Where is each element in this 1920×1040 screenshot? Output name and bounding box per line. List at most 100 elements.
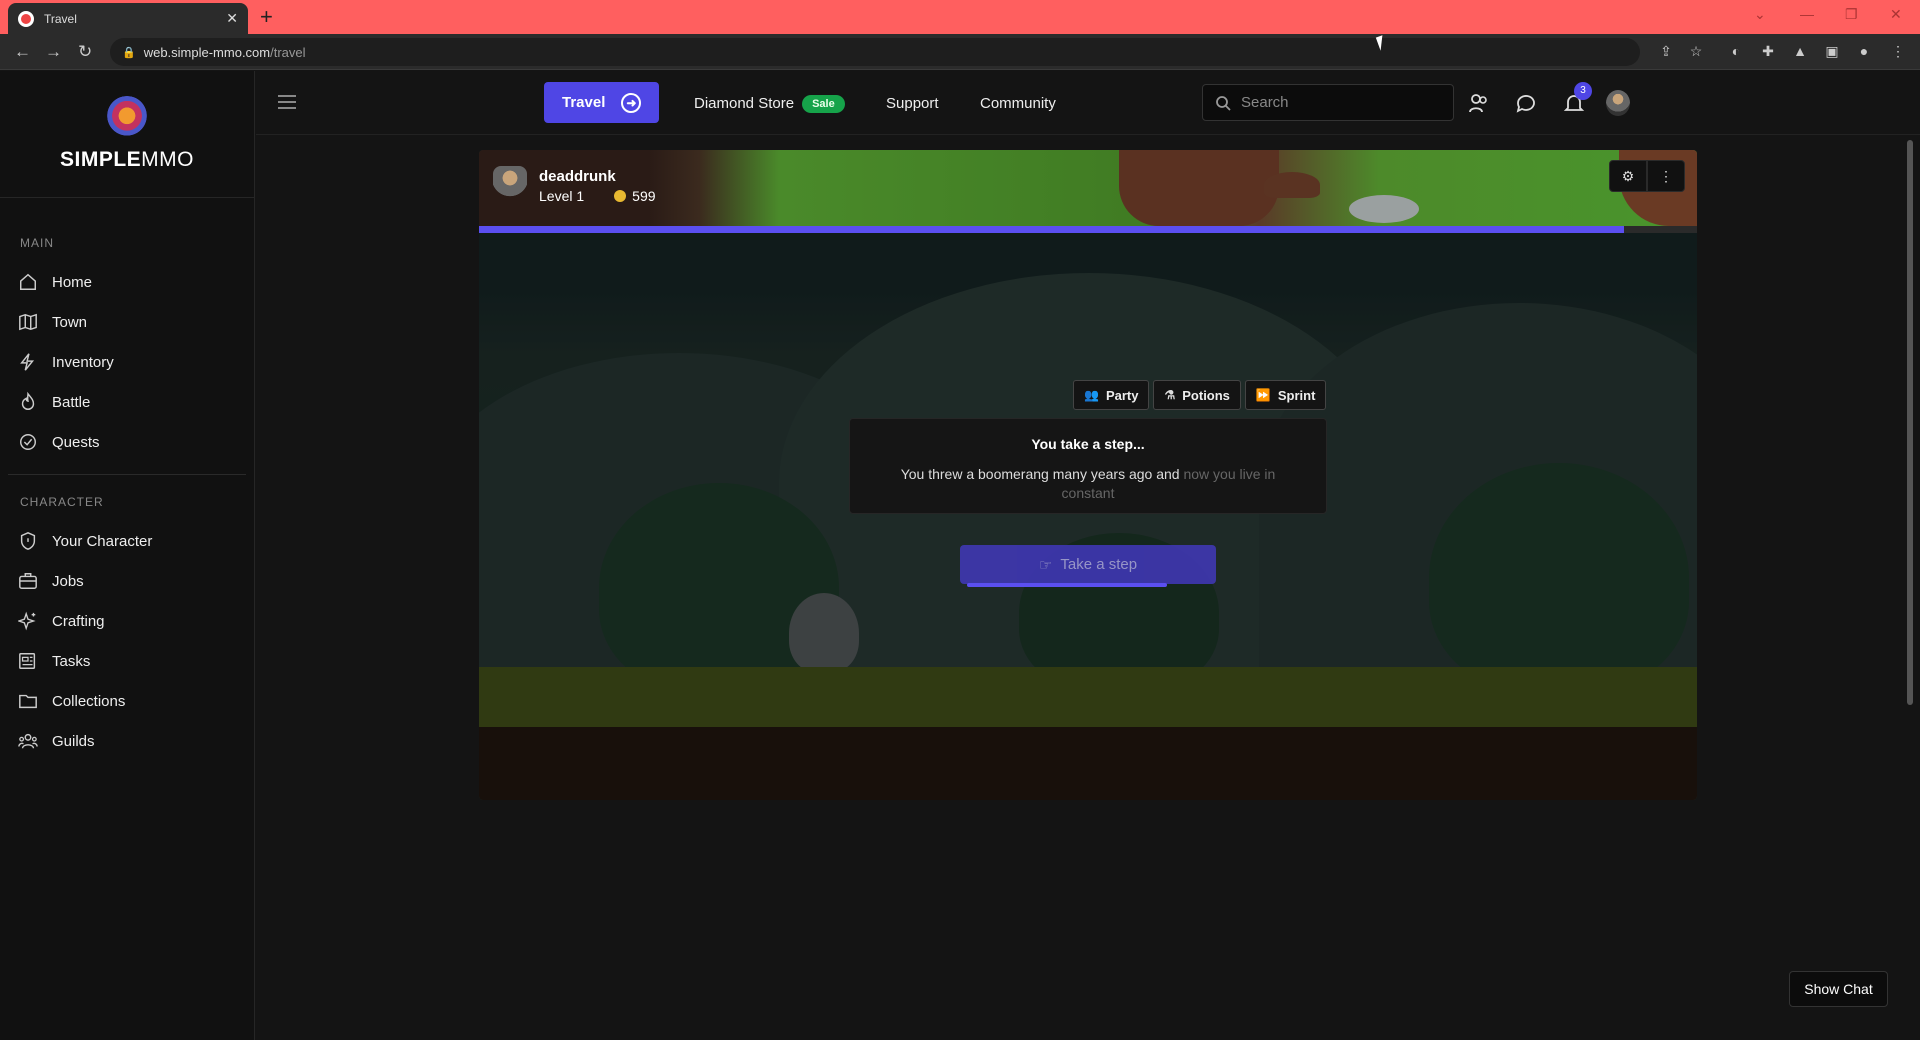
take-a-step-button[interactable]: ☞ Take a step	[960, 545, 1216, 584]
check-circle-icon	[18, 432, 38, 452]
restore-icon[interactable]: ❐	[1845, 6, 1858, 23]
chat-bubble-icon[interactable]	[1514, 91, 1538, 115]
extension-icon[interactable]: ◐	[1728, 43, 1744, 59]
sidebar-item-jobs[interactable]: Jobs	[0, 561, 254, 601]
favicon-icon	[18, 10, 34, 27]
sidebar-item-label: Your Character	[52, 532, 153, 550]
url-field[interactable]: 🔒 web.simple-mmo.com/travel	[110, 38, 1640, 66]
travel-scene: 👥 Party ⚗ Potions ⏩ Sprint You take a step.…	[479, 233, 1697, 800]
sidebar: SIMPLEMMO MAIN Home Town Inventory Battle Qu…	[0, 71, 255, 1040]
logo[interactable]: SIMPLEMMO	[0, 71, 254, 198]
rock-decoration	[1349, 195, 1419, 223]
player-banner: deaddrunk Level 1 599 ⚙ ⋮	[479, 150, 1697, 233]
search-box[interactable]	[1202, 84, 1454, 121]
flask-icon[interactable]: ▲	[1792, 43, 1808, 59]
community-link[interactable]: Community	[980, 95, 1056, 112]
url-host: web.simple-mmo.com	[143, 44, 271, 60]
new-tab-icon[interactable]: +	[260, 4, 273, 30]
player-level: Level 1	[539, 188, 585, 204]
travel-actions: 👥 Party ⚗ Potions ⏩ Sprint	[1073, 380, 1327, 410]
settings-gear-icon[interactable]: ⚙	[1609, 160, 1647, 192]
forward-icon[interactable]: →	[45, 42, 62, 62]
player-name[interactable]: deaddrunk	[539, 168, 656, 185]
url-path: /travel	[270, 44, 306, 60]
sidebar-item-quests[interactable]: Quests	[0, 422, 254, 462]
tree-trunk-decoration	[1119, 150, 1279, 226]
sparkles-icon	[18, 611, 38, 631]
browser-tabstrip: Travel ✕ + ⌄ — ❐ ✕	[0, 0, 1920, 34]
bookmark-star-icon[interactable]: ☆	[1688, 43, 1704, 59]
sidebar-item-label: Home	[52, 273, 93, 291]
map-icon	[18, 312, 38, 332]
newspaper-icon	[18, 651, 38, 671]
sidebar-item-label: Collections	[52, 692, 126, 710]
player-info: deaddrunk Level 1 599	[493, 166, 656, 206]
user-avatar[interactable]	[1606, 90, 1630, 116]
shield-icon	[18, 531, 38, 551]
dragon-logo-icon	[105, 96, 149, 140]
lock-icon: 🔒	[122, 46, 136, 59]
sidebar-item-battle[interactable]: Battle	[0, 382, 254, 422]
address-bar: ← → ↻ 🔒 web.simple-mmo.com/travel ⇪ ☆ ◐ …	[0, 34, 1920, 70]
sidebar-item-label: Guilds	[52, 732, 95, 750]
sidebar-item-tasks[interactable]: Tasks	[0, 641, 254, 681]
hamburger-menu-icon[interactable]	[278, 95, 296, 109]
show-chat-button[interactable]: Show Chat	[1789, 971, 1888, 1007]
menu-dots-icon[interactable]: ⋮	[1890, 43, 1906, 59]
back-icon[interactable]: ←	[14, 42, 31, 62]
step-result-box: You take a step... You threw a boomerang…	[849, 418, 1327, 514]
party-button[interactable]: 👥 Party	[1073, 380, 1150, 410]
scrollbar[interactable]	[1907, 140, 1913, 705]
step-title: You take a step...	[1031, 436, 1145, 452]
tab-search-icon[interactable]: ⌄	[1754, 6, 1766, 23]
potions-button[interactable]: ⚗ Potions	[1153, 380, 1241, 410]
sidebar-item-crafting[interactable]: Crafting	[0, 601, 254, 641]
sidebar-divider	[8, 474, 246, 475]
player-gold: 599	[632, 188, 656, 204]
scene-overlay	[479, 233, 1697, 800]
browser-tab[interactable]: Travel ✕	[8, 3, 248, 34]
briefcase-icon	[18, 571, 38, 591]
reload-icon[interactable]: ↻	[78, 42, 92, 62]
sidebar-item-collections[interactable]: Collections	[0, 681, 254, 721]
sidebar-item-inventory[interactable]: Inventory	[0, 342, 254, 382]
mushroom-decoration	[1264, 172, 1320, 198]
travel-button[interactable]: Travel ➜	[544, 82, 659, 123]
users-icon: 👥	[1084, 388, 1099, 402]
tab-close-icon[interactable]: ✕	[226, 10, 238, 27]
support-link[interactable]: Support	[886, 95, 939, 112]
side-panel-icon[interactable]: ▣	[1824, 43, 1840, 59]
gold-coin-icon	[614, 190, 627, 202]
close-window-icon[interactable]: ✕	[1890, 6, 1902, 23]
player-avatar[interactable]	[493, 166, 527, 206]
search-icon	[1216, 95, 1231, 111]
sidebar-item-label: Town	[52, 313, 88, 331]
arrow-right-circle-icon: ➜	[621, 92, 642, 113]
bolt-icon	[18, 352, 38, 372]
sidebar-item-home[interactable]: Home	[0, 262, 254, 302]
notification-bell-icon[interactable]: 3	[1562, 82, 1592, 115]
sidebar-item-town[interactable]: Town	[0, 302, 254, 342]
friends-icon[interactable]	[1467, 91, 1491, 115]
minimize-icon[interactable]: —	[1800, 6, 1814, 22]
diamond-store-link[interactable]: Diamond Store Sale	[694, 95, 845, 113]
sidebar-item-label: Jobs	[52, 572, 84, 590]
search-input[interactable]	[1241, 94, 1441, 111]
tab-title: Travel	[44, 11, 77, 26]
flask-icon: ⚗	[1164, 388, 1176, 402]
share-icon[interactable]: ⇪	[1658, 43, 1674, 59]
sidebar-item-label: Tasks	[52, 652, 91, 670]
puzzle-icon[interactable]: ✚	[1760, 43, 1776, 59]
more-options-icon[interactable]: ⋮	[1647, 160, 1685, 192]
hand-pointer-icon: ☞	[1038, 556, 1053, 574]
sidebar-item-label: Quests	[52, 433, 100, 451]
step-cooldown-bar	[967, 583, 1167, 587]
sidebar-item-your-character[interactable]: Your Character	[0, 521, 254, 561]
profile-icon[interactable]: ●	[1856, 43, 1872, 59]
step-progress-bar	[479, 226, 1697, 233]
step-text: You threw a boomerang many years ago and…	[900, 466, 1276, 501]
folder-icon	[18, 691, 38, 711]
section-title-character: CHARACTER	[20, 495, 104, 509]
sidebar-item-guilds[interactable]: Guilds	[0, 721, 254, 761]
sprint-button[interactable]: ⏩ Sprint	[1244, 380, 1327, 410]
